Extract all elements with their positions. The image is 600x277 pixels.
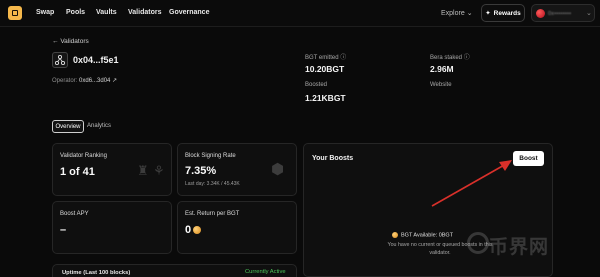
- watermark: 币界网: [489, 237, 550, 258]
- status-badge: Currently Active: [245, 269, 286, 275]
- boost-button[interactable]: Boost: [513, 151, 544, 166]
- bgt-available-text: BGT Available: 0BGT: [401, 232, 454, 239]
- watermark-logo-icon: [467, 232, 489, 254]
- bgt-coin-icon: [392, 232, 398, 238]
- uptime-title: Uptime (Last 100 blocks): [62, 270, 131, 276]
- bgt-available: BGT Available: 0BGT: [392, 232, 453, 238]
